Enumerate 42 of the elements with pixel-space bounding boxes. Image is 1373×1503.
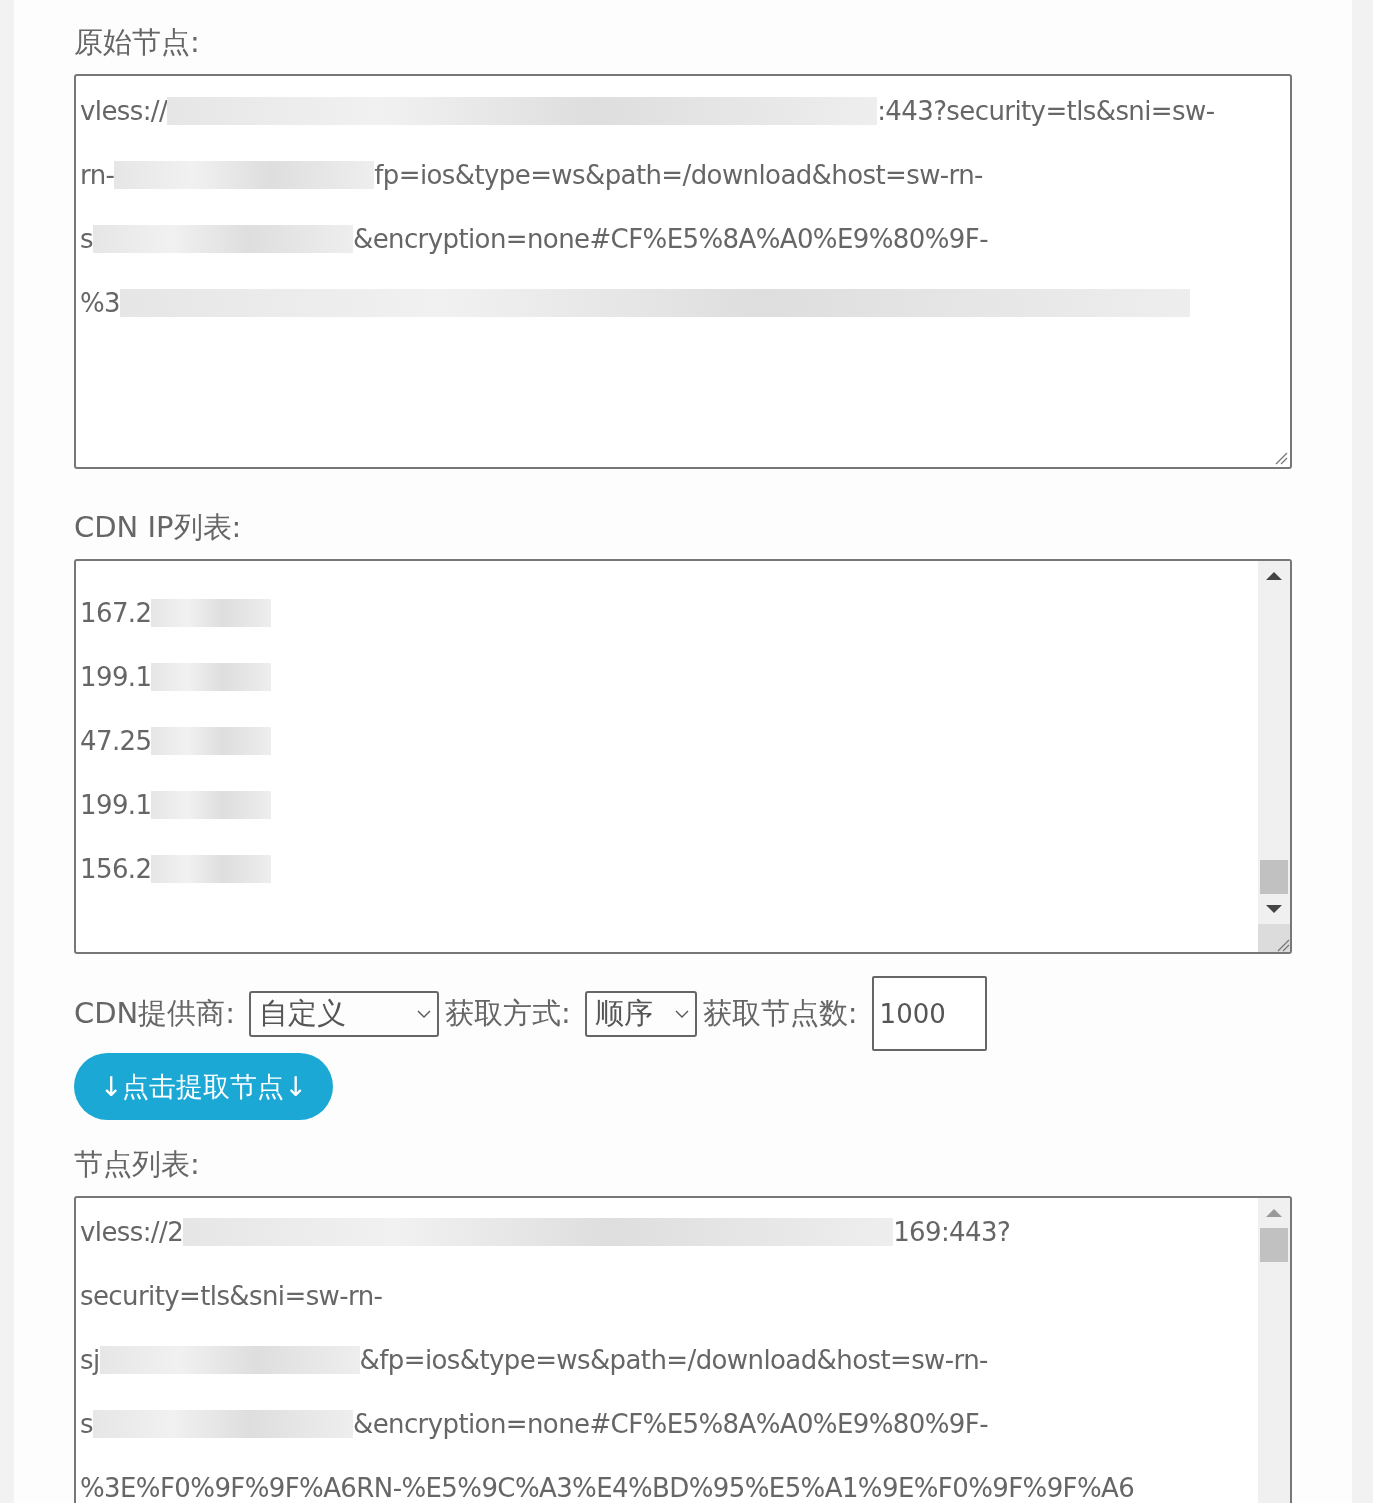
scrollbar-thumb[interactable] bbox=[1260, 1228, 1288, 1262]
node-text: &encryption=none#CF%E5%8A%A0%E9%80%9F- bbox=[352, 224, 988, 254]
node-text: &fp=ios&type=ws&path=/download&host=sw-rn- bbox=[359, 1345, 988, 1375]
node-text: vless:// bbox=[80, 96, 168, 126]
node-text: sj bbox=[80, 1345, 100, 1375]
section-label: 原始节点: bbox=[74, 24, 201, 61]
method-select[interactable]: 顺序 bbox=[584, 990, 697, 1037]
scrollbar-thumb[interactable] bbox=[1260, 860, 1288, 894]
provider-select[interactable]: 自定义 bbox=[249, 990, 440, 1037]
section-label: 节点列表: bbox=[74, 1146, 201, 1183]
method-label: 获取方式: bbox=[445, 994, 571, 1032]
node-text: %3E%F0%9F%9F%A6RN-%E5%9C%A3%E4%BD%95%E5%A1%9E%F0%9F%9F%A6 bbox=[80, 1473, 1135, 1503]
node-text: 169:443? bbox=[893, 1217, 1011, 1247]
text-area[interactable]: vless://2 169:443? security=tls&sni=sw-rn- sj &fp=ios&type=ws&path=/download&host=sw-rn- s &encryption=none#CF%E5%8A%A0%E9%80%9F- %3E%F0%9F%9F%A6RN-%E5%9C%A3%E4%BD%95%E5%A1%9E%F0%9F%9F%A6 bbox=[74, 1196, 1292, 1503]
scroll-down-icon[interactable] bbox=[1266, 904, 1282, 914]
node-text: s bbox=[80, 1409, 93, 1439]
resize-grip-icon[interactable] bbox=[1274, 451, 1288, 465]
scroll-up-icon[interactable] bbox=[1266, 571, 1282, 581]
text-area[interactable]: 167.2 199.1 47.25 199.1 156.2 bbox=[74, 559, 1292, 954]
chevron-down-icon bbox=[417, 1009, 432, 1018]
node-text: s bbox=[80, 224, 93, 254]
node-text: 199.1 bbox=[80, 662, 152, 692]
chevron-down-icon bbox=[674, 1009, 689, 1018]
scrollbar[interactable] bbox=[1258, 561, 1290, 952]
node-text: &encryption=none#CF%E5%8A%A0%E9%80%9F- bbox=[352, 1409, 988, 1439]
node-text: 167.2 bbox=[80, 598, 152, 628]
node-text: vless://2 bbox=[80, 1217, 184, 1247]
section-label: CDN IP列表: bbox=[74, 509, 243, 546]
text-area[interactable]: vless:// :443?security=tls&sni=sw- rn- fp=ios&type=ws&path=/download&host=sw-rn- s &encryption=none#CF%E5%8A%A0%E9%80%9F- %3 bbox=[74, 74, 1292, 469]
node-text: 156.2 bbox=[80, 854, 152, 884]
count-label: 获取节点数: bbox=[702, 994, 858, 1032]
node-text: 47.25 bbox=[80, 726, 152, 756]
node-text: rn- bbox=[80, 160, 115, 190]
node-text: 199.1 bbox=[80, 790, 152, 820]
node-text: :443?security=tls&sni=sw- bbox=[877, 96, 1215, 126]
node-text: %3 bbox=[80, 288, 121, 318]
node-text: fp=ios&type=ws&path=/download&host=sw-rn- bbox=[374, 160, 983, 190]
scrollbar[interactable] bbox=[1258, 1198, 1290, 1503]
resize-grip-icon[interactable] bbox=[1276, 938, 1290, 952]
count-input[interactable]: 1000 bbox=[871, 976, 987, 1051]
provider-label: CDN提供商: bbox=[74, 994, 236, 1032]
node-text: security=tls&sni=sw-rn- bbox=[80, 1281, 383, 1311]
